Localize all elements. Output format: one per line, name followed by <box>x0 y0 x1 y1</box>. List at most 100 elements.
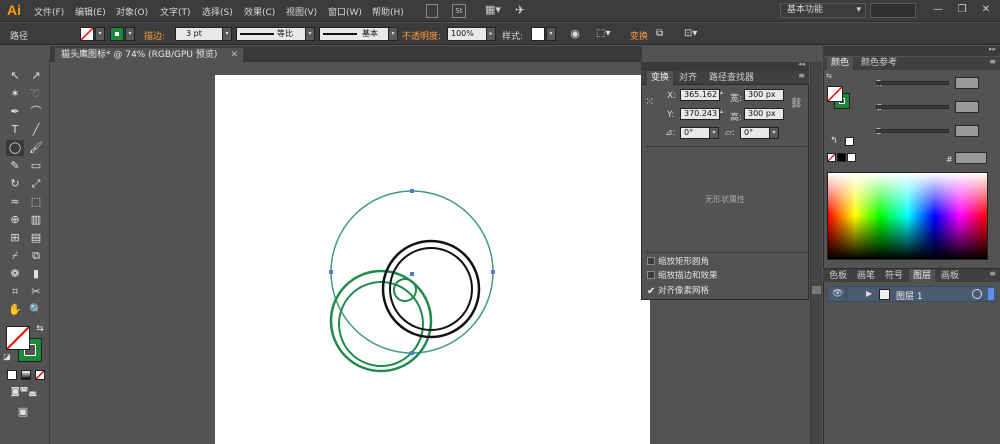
transform-link[interactable]: 变换 <box>630 29 648 42</box>
pencil-tool-icon[interactable]: ✎ <box>6 158 24 174</box>
menu-help[interactable]: 帮助(H) <box>372 5 404 18</box>
fill-color-box[interactable] <box>6 326 30 350</box>
y-stepper-icon[interactable]: ▴ <box>720 108 726 120</box>
b-value-input[interactable] <box>955 125 979 137</box>
gradient-tool-icon[interactable]: ▤ <box>27 230 45 246</box>
b-slider[interactable] <box>876 129 949 133</box>
direct-selection-tool-icon[interactable]: ↗ <box>27 68 45 84</box>
panel-menu-icon[interactable]: ≡ <box>989 57 996 66</box>
visibility-eye-icon[interactable]: 👁 <box>832 289 843 299</box>
rotate-tool-icon[interactable]: ↻ <box>6 176 24 192</box>
x-input[interactable]: 365.162 <box>680 89 720 101</box>
eyedropper-tool-icon[interactable]: ⌿ <box>6 248 24 264</box>
style-dropdown[interactable]: ▾ <box>546 27 556 41</box>
r-slider[interactable] <box>876 81 949 85</box>
rotate-input[interactable]: 0° <box>680 127 710 139</box>
white-swatch[interactable] <box>847 153 856 162</box>
minimize-button[interactable]: — <box>928 2 948 18</box>
tab-brushes[interactable]: 画笔 <box>853 269 879 283</box>
line-tool-icon[interactable]: ╱ <box>27 122 45 138</box>
menu-edit[interactable]: 编辑(E) <box>75 5 106 18</box>
web-safe-swatch[interactable] <box>845 137 854 146</box>
ellipse-tool-icon[interactable]: ◯ <box>6 140 24 156</box>
tab-layers[interactable]: 图层 <box>909 269 936 283</box>
width-input[interactable]: 300 px <box>744 89 784 101</box>
tab-align[interactable]: 对齐 <box>675 71 701 85</box>
opacity-dropdown[interactable]: ▸ <box>486 27 496 41</box>
default-colors-icon[interactable]: ◪ <box>2 352 12 362</box>
screen-mode-icon[interactable]: ▣ <box>14 404 32 420</box>
align-to-icon[interactable]: ⬚▾ <box>596 27 620 41</box>
restore-button[interactable]: ❐ <box>952 2 972 18</box>
none-mode-icon[interactable] <box>35 370 45 380</box>
send-icon[interactable]: ✈ <box>512 4 528 18</box>
black-swatch[interactable] <box>837 153 846 162</box>
opacity-label[interactable]: 不透明度: <box>402 29 441 42</box>
recolor-icon[interactable]: ◉ <box>568 27 582 41</box>
menu-effect[interactable]: 效果(C) <box>244 5 275 18</box>
color-mode-icon[interactable] <box>7 370 17 380</box>
stroke-weight-input[interactable]: 3 pt <box>175 27 223 41</box>
right-dock-header[interactable]: ▸▸ <box>823 45 1000 56</box>
scale-strokes-checkbox[interactable] <box>647 271 655 279</box>
workspace-switcher[interactable]: 基本功能 ▾ <box>780 3 866 18</box>
shape-builder-tool-icon[interactable]: ⊕ <box>6 212 24 228</box>
layer-name[interactable]: 图层 1 <box>896 289 923 302</box>
slice-tool-icon[interactable]: ✂ <box>27 284 45 300</box>
isolate-icon[interactable]: ⧉ <box>656 27 670 41</box>
blend-tool-icon[interactable]: ⧉ <box>27 248 45 264</box>
document-tab[interactable]: 猫头鹰图标* @ 74% (RGB/GPU 预览) ✕ <box>54 47 244 62</box>
opacity-input[interactable]: 100% <box>447 27 487 41</box>
stroke-swatch[interactable] <box>110 27 124 41</box>
panel-menu-icon[interactable]: ≡ <box>798 71 805 80</box>
stroke-weight-label[interactable]: 描边: <box>144 29 165 42</box>
color-spectrum[interactable] <box>827 172 988 260</box>
layer-row[interactable]: 👁 ▶ 图层 1 <box>827 286 997 302</box>
tab-color-guide[interactable]: 颜色参考 <box>857 57 901 70</box>
lasso-tool-icon[interactable]: ➰ <box>27 86 45 102</box>
fill-dropdown[interactable]: ▾ <box>95 27 105 41</box>
color-fill-box[interactable] <box>827 86 843 102</box>
artboard-tool-icon[interactable]: ⌗ <box>6 284 24 300</box>
transform-panel-header[interactable]: ◂◂ <box>641 60 809 71</box>
reference-point-icon[interactable]: ⁙ <box>645 95 659 109</box>
menu-view[interactable]: 视图(V) <box>286 5 317 18</box>
graphic-style-swatch[interactable] <box>531 27 545 41</box>
vertical-scrollbar[interactable] <box>810 62 822 444</box>
eraser-tool-icon[interactable]: ▭ <box>27 158 45 174</box>
hand-tool-icon[interactable]: ✋ <box>6 302 24 318</box>
y-input[interactable]: 370.243 <box>680 108 720 120</box>
menu-type[interactable]: 文字(T) <box>160 5 191 18</box>
shear-input[interactable]: 0° <box>740 127 770 139</box>
profile-dropdown[interactable]: ▾ <box>305 27 315 41</box>
anchor-point-top[interactable] <box>410 189 414 193</box>
g-slider[interactable] <box>876 105 949 109</box>
arrange-icon[interactable]: ⊡▾ <box>684 27 708 41</box>
stock-icon[interactable]: St <box>452 4 466 18</box>
menu-file[interactable]: 文件(F) <box>34 5 64 18</box>
paintbrush-tool-icon[interactable]: 🖌 <box>27 140 45 156</box>
zoom-tool-icon[interactable]: 🔍 <box>27 302 45 318</box>
shear-dropdown[interactable]: ▾ <box>769 127 779 139</box>
type-tool-icon[interactable]: T <box>6 122 24 138</box>
swap-fill-stroke-icon[interactable]: ⇆ <box>34 323 46 335</box>
rotate-dropdown[interactable]: ▾ <box>709 127 719 139</box>
x-stepper-icon[interactable]: ▴ <box>720 89 726 101</box>
menu-select[interactable]: 选择(S) <box>202 5 233 18</box>
r-value-input[interactable] <box>955 77 979 89</box>
pen-tool-icon[interactable]: ✒ <box>6 104 24 120</box>
anchor-point-right[interactable] <box>491 270 495 274</box>
out-of-gamut-icon[interactable]: ↰ <box>830 136 840 146</box>
height-input[interactable]: 300 px <box>744 108 784 120</box>
search-input[interactable] <box>870 3 916 18</box>
center-point[interactable] <box>410 272 414 276</box>
expand-icon[interactable]: ▸▸ <box>989 45 996 53</box>
bridge-icon[interactable] <box>426 4 438 18</box>
selection-tool-icon[interactable]: ↖ <box>6 68 24 84</box>
tab-swatches[interactable]: 色板 <box>825 269 851 283</box>
stroke-dropdown[interactable]: ▾ <box>125 27 135 41</box>
mesh-tool-icon[interactable]: ⊞ <box>6 230 24 246</box>
align-pixel-grid-option[interactable]: ✔ 对齐像素网格 <box>647 285 709 297</box>
anchor-point-bottom[interactable] <box>410 351 414 355</box>
anchor-point-left[interactable] <box>329 270 333 274</box>
